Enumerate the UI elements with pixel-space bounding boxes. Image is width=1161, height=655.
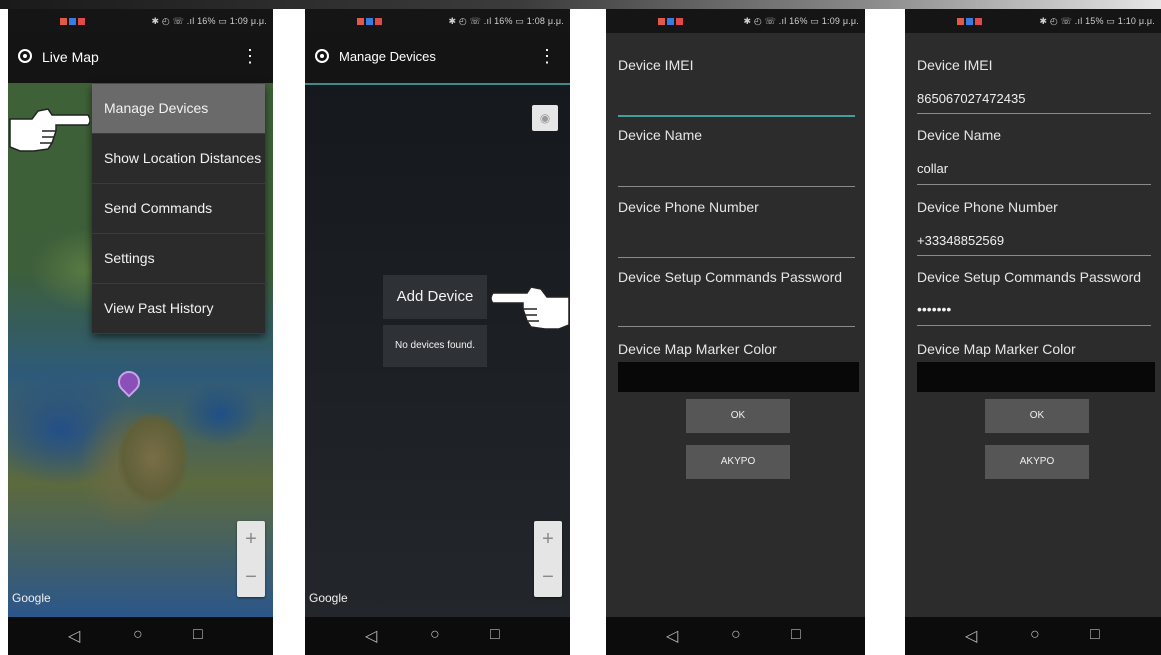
pointing-hand-icon [9,108,90,152]
status-bar: ✱ ◴ ☏ .ıl 15% ▭ 1:10 μ.μ. [905,9,1161,33]
nav-back-icon[interactable]: ◁ [965,626,977,646]
phone-live-map: ✱ ◴ ☏ .ıl 16% ▭ 1:09 μ.μ. Live Map ⋮ + −… [8,9,273,655]
cancel-button[interactable]: AKYPO [686,445,790,479]
nav-home-icon[interactable]: ○ [430,626,440,644]
ok-button[interactable]: OK [985,399,1089,433]
password-input[interactable] [618,326,855,327]
overflow-menu-icon[interactable]: ⋮ [241,45,259,67]
pointing-hand-icon [491,286,570,330]
status-text: ✱ ◴ ☏ .ıl 16% ▭ 1:08 μ.μ. [448,16,564,26]
imei-label: Device IMEI [618,57,694,73]
system-nav-bar: ◁ ○ □ [305,617,570,655]
zoom-control: + − [237,521,265,597]
system-nav-bar: ◁ ○ □ [905,617,1161,655]
top-strip [0,0,1161,9]
name-label: Device Name [618,127,703,143]
nav-recent-icon[interactable]: □ [193,626,203,644]
nav-back-icon[interactable]: ◁ [68,626,80,646]
google-logo: Google [309,591,348,605]
marker-color-label: Device Map Marker Color [917,341,1076,357]
marker-color-picker[interactable] [618,362,859,392]
my-location-button[interactable]: ◉ [532,105,558,131]
nav-recent-icon[interactable]: □ [490,626,500,644]
password-value[interactable]: ••••••• [917,301,951,317]
app-title: Live Map [42,49,99,65]
system-nav-bar: ◁ ○ □ [8,617,273,655]
nav-home-icon[interactable]: ○ [133,626,143,644]
phone-device-form-filled: ✱ ◴ ☏ .ıl 15% ▭ 1:10 μ.μ. Device IMEI 86… [905,9,1161,655]
overflow-menu: Manage Devices Show Location Distances S… [92,84,265,334]
zoom-out-button[interactable]: − [237,559,265,597]
nav-back-icon[interactable]: ◁ [666,626,678,646]
status-bar: ✱ ◴ ☏ .ıl 16% ▭ 1:09 μ.μ. [8,9,273,33]
menu-item-show-location-distances[interactable]: Show Location Distances [92,134,265,184]
menu-item-send-commands[interactable]: Send Commands [92,184,265,234]
status-text: ✱ ◴ ☏ .ıl 16% ▭ 1:09 μ.μ. [151,16,267,26]
phone-value[interactable]: +33348852569 [917,233,1004,248]
location-target-icon [315,49,329,63]
device-form: Device IMEI Device Name Device Phone Num… [606,33,865,617]
name-value[interactable]: collar [917,161,948,176]
app-bar: Live Map ⋮ [8,33,273,83]
phone-input[interactable] [618,257,855,258]
name-input[interactable] [917,184,1151,185]
status-bar: ✱ ◴ ☏ .ıl 16% ▭ 1:09 μ.μ. [606,9,865,33]
password-input[interactable] [917,325,1151,326]
zoom-in-button[interactable]: + [237,521,265,559]
ok-button[interactable]: OK [686,399,790,433]
password-label: Device Setup Commands Password [618,269,843,285]
name-label: Device Name [917,127,1002,143]
status-bar: ✱ ◴ ☏ .ıl 16% ▭ 1:08 μ.μ. [305,9,570,33]
password-label: Device Setup Commands Password [917,269,1142,285]
phone-label: Device Phone Number [917,199,1058,215]
zoom-out-button[interactable]: − [534,559,562,597]
phone-device-form-empty: ✱ ◴ ☏ .ıl 16% ▭ 1:09 μ.μ. Device IMEI De… [606,9,865,655]
add-device-button[interactable]: Add Device [383,275,487,319]
cancel-button[interactable]: AKYPO [985,445,1089,479]
device-form: Device IMEI 865067027472435 Device Name … [905,33,1161,617]
app-bar: Manage Devices ⋮ [305,33,570,83]
nav-back-icon[interactable]: ◁ [365,626,377,646]
imei-value[interactable]: 865067027472435 [917,91,1025,106]
menu-item-view-past-history[interactable]: View Past History [92,284,265,334]
marker-color-picker[interactable] [917,362,1155,392]
zoom-control: + − [534,521,562,597]
notification-icons [60,17,87,27]
zoom-in-button[interactable]: + [534,521,562,559]
menu-item-manage-devices[interactable]: Manage Devices [92,84,265,134]
menu-item-settings[interactable]: Settings [92,234,265,284]
imei-input[interactable] [917,113,1151,114]
google-logo: Google [12,591,51,605]
phone-label: Device Phone Number [618,199,759,215]
nav-home-icon[interactable]: ○ [731,626,741,644]
nav-home-icon[interactable]: ○ [1030,626,1040,644]
status-text: ✱ ◴ ☏ .ıl 16% ▭ 1:09 μ.μ. [743,16,859,26]
imei-input[interactable] [618,115,855,117]
location-target-icon [18,49,32,63]
name-input[interactable] [618,186,855,187]
notification-icons [357,17,384,27]
nav-recent-icon[interactable]: □ [1090,626,1100,644]
nav-recent-icon[interactable]: □ [791,626,801,644]
app-title: Manage Devices [339,49,436,64]
empty-state-message: No devices found. [383,325,487,367]
phone-input[interactable] [917,255,1151,256]
system-nav-bar: ◁ ○ □ [606,617,865,655]
phone-manage-devices: ✱ ◴ ☏ .ıl 16% ▭ 1:08 μ.μ. Manage Devices… [305,9,570,655]
notification-icons [658,17,685,27]
app-bar-divider [305,83,570,85]
imei-label: Device IMEI [917,57,993,73]
status-text: ✱ ◴ ☏ .ıl 15% ▭ 1:10 μ.μ. [1039,16,1155,26]
notification-icons [957,17,984,27]
marker-color-label: Device Map Marker Color [618,341,777,357]
overflow-menu-icon[interactable]: ⋮ [538,45,556,67]
